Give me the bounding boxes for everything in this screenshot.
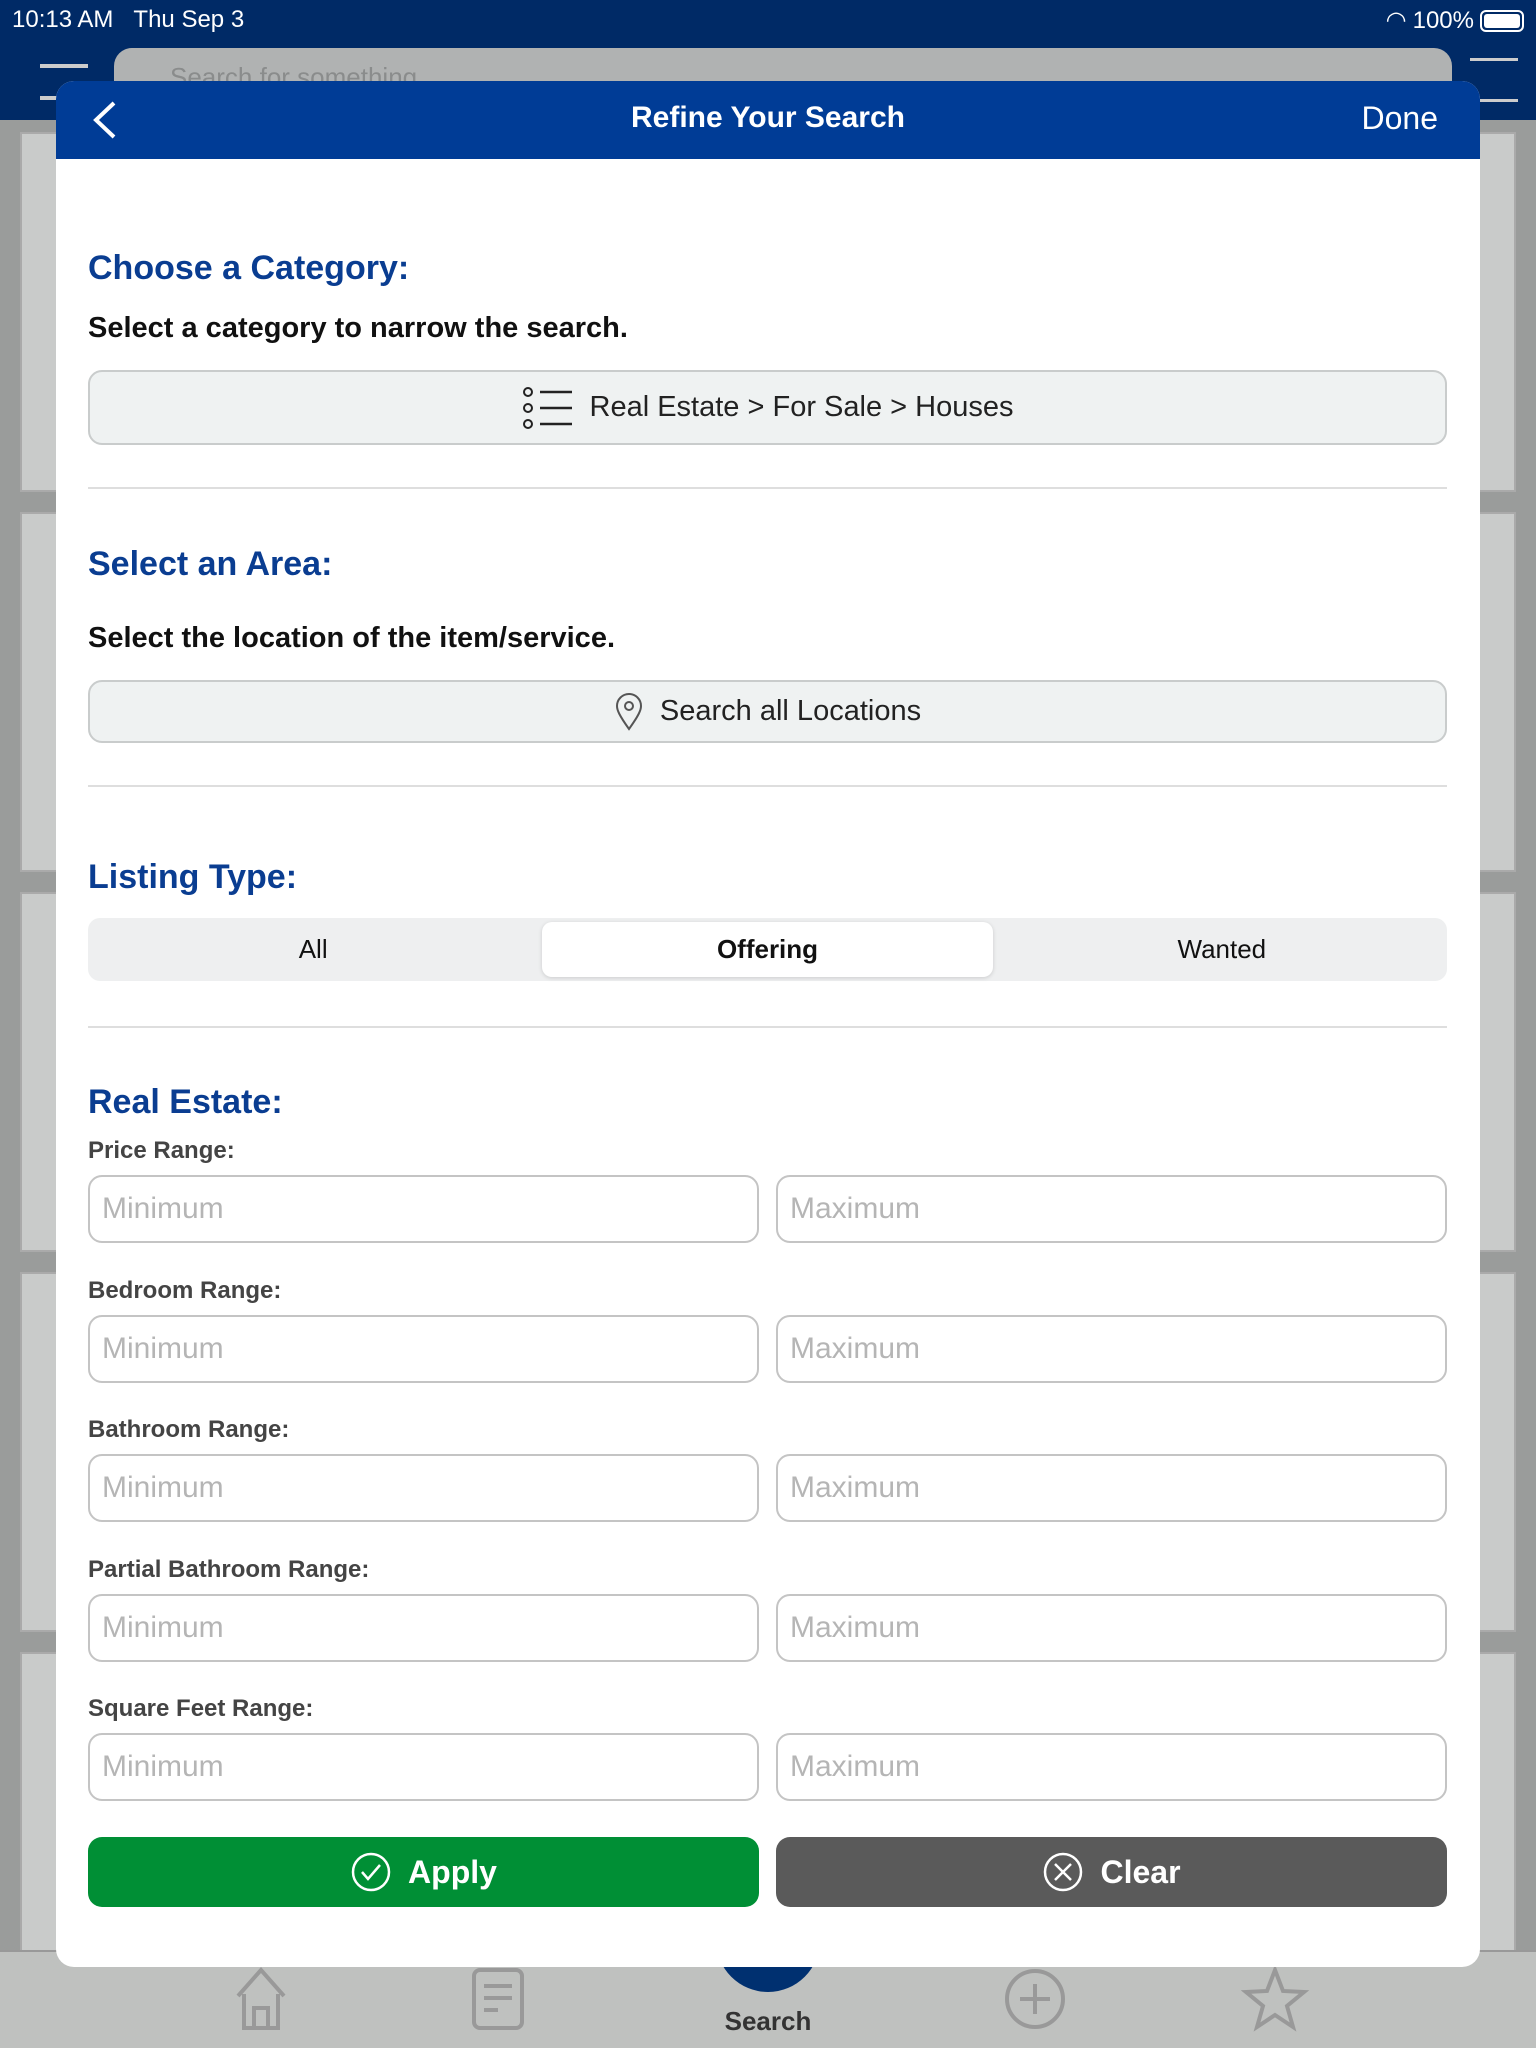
clear-button[interactable]: Clear: [776, 1837, 1447, 1907]
segment-wanted[interactable]: Wanted: [997, 918, 1447, 981]
price-min-placeholder: Minimum: [102, 1192, 224, 1225]
add-icon[interactable]: [1000, 1964, 1070, 2034]
battery-percent: 100%: [1412, 6, 1474, 34]
bathroom-min-input[interactable]: Minimum: [88, 1454, 759, 1522]
bedroom-max-input[interactable]: Maximum: [776, 1315, 1447, 1383]
area-subtitle: Select the location of the item/service.: [88, 622, 615, 654]
wifi-icon: ◠: [1385, 7, 1407, 34]
bedroom-min-input[interactable]: Minimum: [88, 1315, 759, 1383]
square-feet-range-label: Square Feet Range:: [88, 1695, 314, 1722]
listing-type-heading: Listing Type:: [88, 858, 298, 896]
modal-header: Refine Your Search Done: [56, 81, 1480, 159]
status-time-text: 10:13 AM: [12, 6, 114, 33]
segment-all[interactable]: All: [88, 918, 538, 981]
modal-title: Refine Your Search: [631, 101, 905, 134]
divider: [88, 487, 1447, 489]
bedroom-range-label: Bedroom Range:: [88, 1277, 282, 1304]
partial-bathroom-range-label: Partial Bathroom Range:: [88, 1556, 370, 1583]
check-circle-icon: [351, 1852, 391, 1892]
refine-search-modal: Refine Your Search Done Choose a Categor…: [56, 81, 1480, 1967]
bedroom-max-placeholder: Maximum: [790, 1332, 921, 1365]
partial-bathroom-min-input[interactable]: Minimum: [88, 1594, 759, 1662]
partial-bathroom-min-placeholder: Minimum: [102, 1611, 224, 1644]
location-value: Search all Locations: [659, 695, 922, 727]
x-circle-icon: [1044, 1852, 1083, 1892]
location-select-button[interactable]: Search all Locations: [88, 680, 1447, 743]
location-pin-icon: [615, 692, 642, 731]
category-heading: Choose a Category:: [88, 249, 410, 287]
status-time: 10:13 AM Thu Sep 3: [12, 6, 244, 34]
area-heading: Select an Area:: [88, 545, 333, 583]
status-right: ◠ 100%: [1386, 6, 1524, 35]
bathroom-max-placeholder: Maximum: [790, 1471, 921, 1504]
apply-button[interactable]: Apply: [88, 1837, 759, 1907]
bathroom-max-input[interactable]: Maximum: [776, 1454, 1447, 1522]
price-max-placeholder: Maximum: [790, 1192, 921, 1225]
partial-bathroom-max-input[interactable]: Maximum: [776, 1594, 1447, 1662]
square-feet-min-input[interactable]: Minimum: [88, 1733, 759, 1801]
bathroom-range-label: Bathroom Range:: [88, 1416, 290, 1443]
square-feet-min-placeholder: Minimum: [102, 1750, 224, 1783]
battery-icon: [1480, 9, 1524, 32]
segment-offering[interactable]: Offering: [542, 922, 993, 977]
price-min-input[interactable]: Minimum: [88, 1175, 759, 1243]
price-max-input[interactable]: Maximum: [776, 1175, 1447, 1243]
bedroom-min-placeholder: Minimum: [102, 1332, 224, 1365]
divider: [88, 785, 1447, 787]
square-feet-max-input[interactable]: Maximum: [776, 1733, 1447, 1801]
status-date: Thu Sep 3: [133, 6, 245, 33]
square-feet-max-placeholder: Maximum: [790, 1750, 921, 1783]
list-icon: [522, 386, 572, 429]
category-value: Real Estate > For Sale > Houses: [589, 391, 1014, 423]
clear-label: Clear: [1100, 1853, 1181, 1890]
done-button[interactable]: Done: [1362, 100, 1439, 137]
listing-type-segmented-control: All Offering Wanted: [88, 918, 1447, 981]
star-icon[interactable]: [1240, 1964, 1310, 2034]
partial-bathroom-max-placeholder: Maximum: [790, 1611, 921, 1644]
divider: [88, 1026, 1447, 1028]
category-select-button[interactable]: Real Estate > For Sale > Houses: [88, 370, 1447, 445]
apply-label: Apply: [408, 1853, 497, 1890]
price-range-label: Price Range:: [88, 1137, 235, 1164]
bathroom-min-placeholder: Minimum: [102, 1471, 224, 1504]
category-subtitle: Select a category to narrow the search.: [88, 312, 628, 344]
real-estate-heading: Real Estate:: [88, 1083, 283, 1121]
